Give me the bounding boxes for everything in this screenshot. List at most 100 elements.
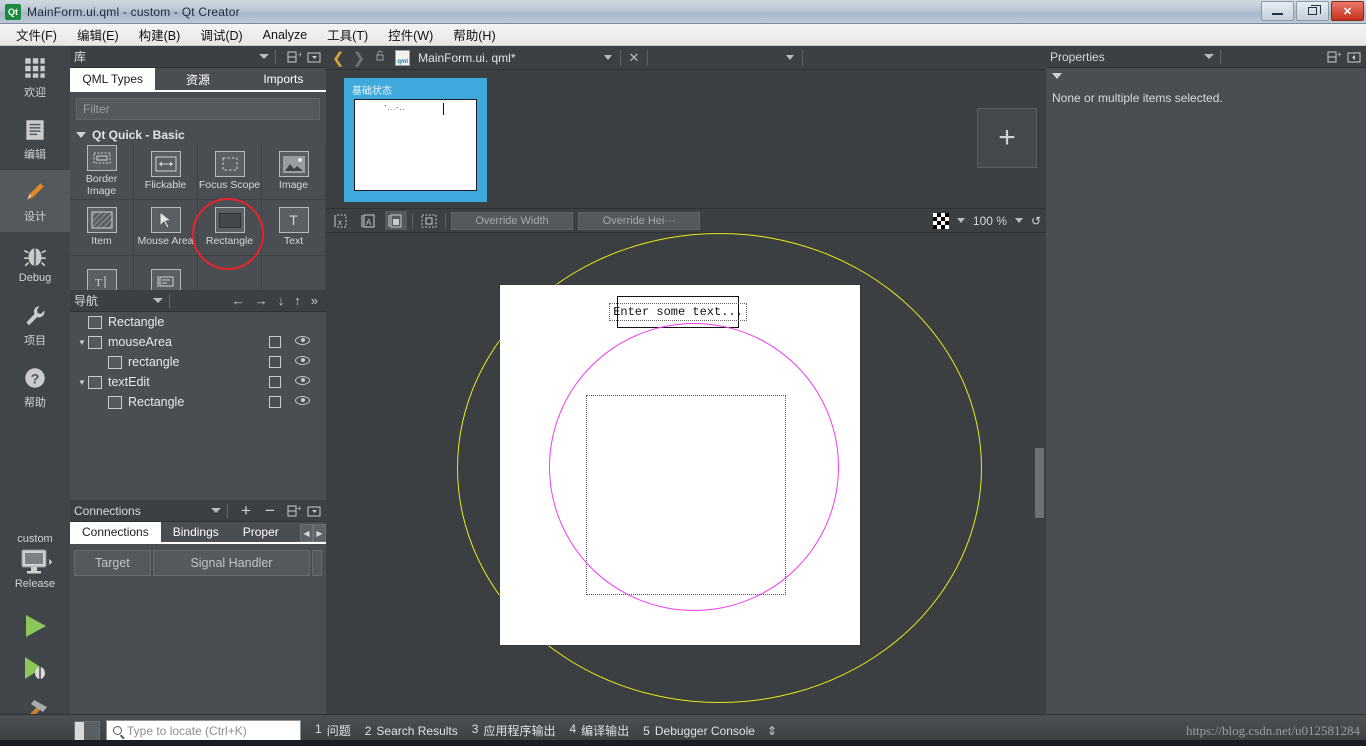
anchors-fill-icon[interactable] (385, 211, 407, 230)
chevron-down-icon[interactable] (211, 508, 221, 513)
navigator-row-rectangle-textedit-child[interactable]: Rectangle (70, 392, 326, 412)
visibility-eye-icon[interactable] (295, 356, 310, 365)
mode-edit[interactable]: 编辑 (0, 108, 70, 170)
library-item-mouse-area[interactable]: Mouse Area (134, 200, 198, 256)
tab-bindings[interactable]: Bindings (161, 522, 231, 542)
chevron-down-icon[interactable] (259, 54, 269, 59)
visibility-eye-icon[interactable] (295, 376, 310, 385)
export-alias-icon[interactable] (269, 376, 281, 388)
tab-qml-types[interactable]: QML Types (70, 68, 156, 90)
export-alias-icon[interactable] (269, 336, 281, 348)
library-item-flickable[interactable]: Flickable (134, 144, 198, 200)
forward-icon[interactable]: ❯ (353, 49, 366, 67)
panel-menu-icon[interactable] (306, 49, 322, 65)
mode-design[interactable]: 设计 (0, 170, 70, 232)
library-item-item[interactable]: Item (70, 200, 134, 256)
menu-build[interactable]: 构建(B) (129, 23, 191, 46)
debug-run-icon[interactable] (20, 654, 50, 682)
locator-input[interactable]: Type to locate (Ctrl+K) (106, 720, 301, 741)
move-left-icon[interactable]: ← (232, 293, 245, 308)
twisty[interactable]: ▼ (76, 378, 88, 387)
chevron-down-icon[interactable] (1203, 54, 1214, 59)
add-state-button[interactable]: + (977, 108, 1037, 168)
mode-projects[interactable]: 项目 (0, 294, 70, 356)
restore-button[interactable] (1296, 1, 1329, 21)
menu-help[interactable]: 帮助(H) (443, 23, 505, 46)
visibility-eye-icon[interactable] (295, 396, 310, 405)
anchors-a-icon[interactable]: A (358, 211, 380, 230)
library-item-border-image[interactable]: Border Image (70, 144, 134, 200)
select-all-icon[interactable] (418, 211, 440, 230)
tab-properties[interactable]: Proper (231, 522, 291, 542)
output-pane-issues[interactable]: 1 问题 (315, 722, 351, 739)
export-alias-icon[interactable] (269, 356, 281, 368)
add-connection-button[interactable]: + (238, 502, 254, 519)
panel-menu-icon[interactable] (1346, 49, 1362, 65)
navigator-row-textedit[interactable]: ▼ textEdit (70, 372, 326, 392)
column-signal-handler[interactable]: Signal Handler (152, 550, 311, 576)
menu-edit[interactable]: 编辑(E) (67, 23, 129, 46)
mode-help[interactable]: ? 帮助 (0, 356, 70, 418)
move-right-icon[interactable]: → (255, 293, 268, 308)
override-width-input[interactable]: Override Width (451, 211, 573, 230)
move-down-icon[interactable]: ↓ (278, 293, 285, 308)
move-up-icon[interactable]: ↑ (294, 293, 301, 308)
mode-welcome[interactable]: 欢迎 (0, 46, 70, 108)
design-canvas[interactable]: Enter some text... (326, 233, 1046, 714)
chevron-down-icon[interactable] (786, 55, 795, 60)
mode-debug[interactable]: Debug (0, 232, 70, 294)
menu-analyze[interactable]: Analyze (253, 26, 317, 44)
navigator-row-rectangle-child[interactable]: rectangle (70, 352, 326, 372)
output-pane-updown-icon[interactable]: ⇕ (767, 724, 777, 738)
state-card-base[interactable]: 基础状态 '...-.. (344, 78, 487, 202)
menu-debug[interactable]: 调试(D) (190, 23, 252, 46)
chevron-down-icon[interactable] (1014, 218, 1023, 223)
column-target[interactable]: Target (74, 550, 151, 576)
visibility-eye-icon[interactable] (295, 336, 310, 345)
menu-file[interactable]: 文件(F) (6, 23, 67, 46)
menu-tools[interactable]: 工具(T) (317, 23, 378, 46)
close-document-icon[interactable]: ✕ (629, 50, 640, 66)
navigator-row-rectangle-root[interactable]: Rectangle (70, 312, 326, 332)
no-anchors-icon[interactable]: x (331, 211, 353, 230)
toggle-sidebar-button[interactable] (74, 720, 100, 741)
properties-collapse-row[interactable] (1046, 68, 1366, 84)
library-item-image[interactable]: Image (262, 144, 326, 200)
tab-imports[interactable]: Imports (241, 68, 326, 90)
zoom-level[interactable]: 100 % (973, 214, 1007, 228)
library-item-focus-scope[interactable]: Focus Scope (198, 144, 262, 200)
twisty[interactable]: ▼ (76, 338, 88, 347)
back-icon[interactable]: ❮ (332, 49, 345, 67)
split-panel-icon[interactable]: + (286, 503, 302, 519)
minimize-button[interactable] (1261, 1, 1294, 21)
tab-connections[interactable]: Connections (70, 522, 161, 542)
canvas-vertical-scrollbar[interactable] (1035, 448, 1044, 518)
chevron-down-icon[interactable] (603, 55, 612, 60)
lock-icon[interactable] (373, 48, 387, 67)
close-button[interactable]: ✕ (1331, 1, 1364, 21)
navigator-row-mousearea[interactable]: ▼ mouseArea (70, 332, 326, 352)
override-height-input[interactable]: Override Hei··· (578, 211, 700, 230)
library-filter-input[interactable]: Filter (76, 98, 320, 120)
library-item-rectangle[interactable]: Rectangle (198, 200, 262, 256)
kit-selector[interactable]: custom Release (0, 533, 70, 590)
menu-window[interactable]: 控件(W) (378, 23, 443, 46)
scroll-right-icon[interactable]: ▶ (313, 524, 326, 542)
designer-open-file[interactable]: MainForm.ui. qml* (418, 51, 515, 65)
overflow-icon[interactable]: » (311, 293, 318, 308)
split-panel-icon[interactable]: + (1326, 49, 1342, 65)
panel-menu-icon[interactable] (306, 503, 322, 519)
library-item-text[interactable]: T Text (262, 200, 326, 256)
background-checker-icon[interactable] (932, 212, 949, 229)
output-pane-debugger-console[interactable]: 5 Debugger Console (643, 724, 755, 738)
chevron-down-icon[interactable] (956, 218, 965, 223)
split-panel-icon[interactable]: + (286, 49, 302, 65)
tab-resources[interactable]: 资源 (155, 68, 240, 90)
output-pane-search-results[interactable]: 2 Search Results (365, 724, 458, 738)
output-pane-compile-output[interactable]: 4 编译输出 (569, 722, 629, 739)
chevron-down-icon[interactable] (153, 298, 164, 303)
library-section-qt-quick-basic[interactable]: Qt Quick - Basic (70, 126, 326, 144)
remove-connection-button[interactable]: − (262, 502, 278, 519)
scroll-left-icon[interactable]: ◀ (300, 524, 313, 542)
reset-view-icon[interactable]: ↺ (1031, 214, 1041, 228)
